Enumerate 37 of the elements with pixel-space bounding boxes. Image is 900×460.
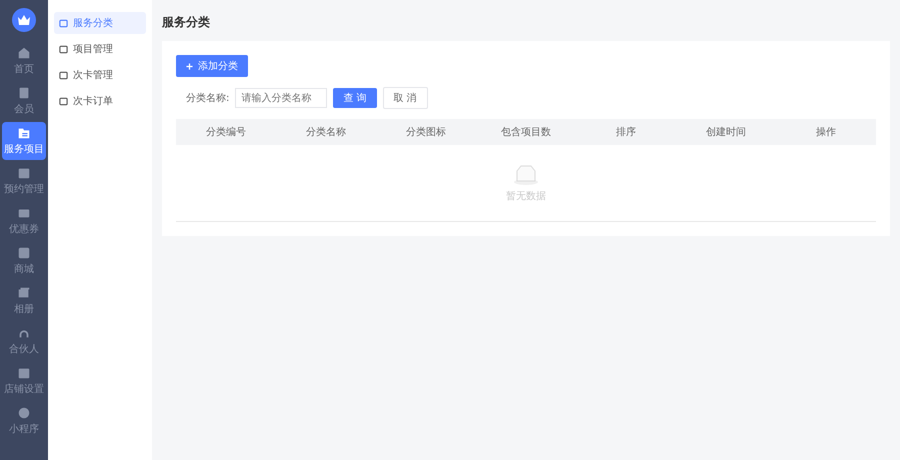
sidebar-item[interactable]: 优惠券 bbox=[2, 202, 46, 240]
square-icon bbox=[59, 96, 68, 106]
plus-icon bbox=[186, 62, 193, 70]
sidebar-item[interactable]: 会员 bbox=[2, 82, 46, 120]
crown-logo-icon bbox=[12, 8, 36, 32]
column-header: 分类名称 bbox=[305, 126, 347, 139]
sidebar-item[interactable]: 商城 bbox=[2, 242, 46, 280]
cancel-button[interactable]: 取 消 bbox=[382, 87, 428, 109]
column-header: 操作 bbox=[815, 126, 837, 139]
folder-list-icon bbox=[17, 126, 31, 140]
sidebar-item[interactable]: 店铺设置 bbox=[2, 362, 46, 400]
circle-icon bbox=[17, 406, 31, 420]
category-name-field[interactable]: 请输入分类名称 bbox=[235, 88, 328, 108]
column-header: 创建时间 bbox=[705, 126, 747, 139]
sidebar-item[interactable]: 预约管理 bbox=[2, 162, 46, 200]
submenu-item[interactable]: 次卡管理 bbox=[54, 64, 146, 86]
square-icon bbox=[59, 18, 68, 28]
square-icon bbox=[59, 44, 68, 54]
sidebar-item[interactable]: 合伙人 bbox=[2, 322, 46, 360]
sidebar-item[interactable]: 服务项目 bbox=[2, 122, 46, 160]
page-title: 服务分类 bbox=[162, 14, 211, 31]
sidebar-item[interactable]: 相册 bbox=[2, 282, 46, 320]
house-icon bbox=[17, 46, 31, 60]
sidebar-item[interactable]: 首页 bbox=[2, 42, 46, 80]
submenu-item[interactable]: 项目管理 bbox=[54, 38, 146, 60]
submenu-item[interactable]: 次卡订单 bbox=[54, 90, 146, 112]
search-button[interactable]: 查 询 bbox=[333, 88, 377, 108]
empty-inbox-icon bbox=[513, 163, 539, 185]
column-header: 包含项目数 bbox=[500, 126, 552, 139]
submenu-item[interactable]: 服务分类 bbox=[54, 12, 146, 34]
column-header: 排序 bbox=[615, 126, 637, 139]
add-category-button[interactable]: 添加分类 bbox=[176, 55, 248, 77]
filter-label: 分类名称: bbox=[186, 92, 230, 105]
column-header: 分类图标 bbox=[405, 126, 447, 139]
column-header: 分类编号 bbox=[205, 126, 247, 139]
sidebar-item[interactable]: 小程序 bbox=[2, 402, 46, 440]
square-icon bbox=[59, 70, 68, 80]
